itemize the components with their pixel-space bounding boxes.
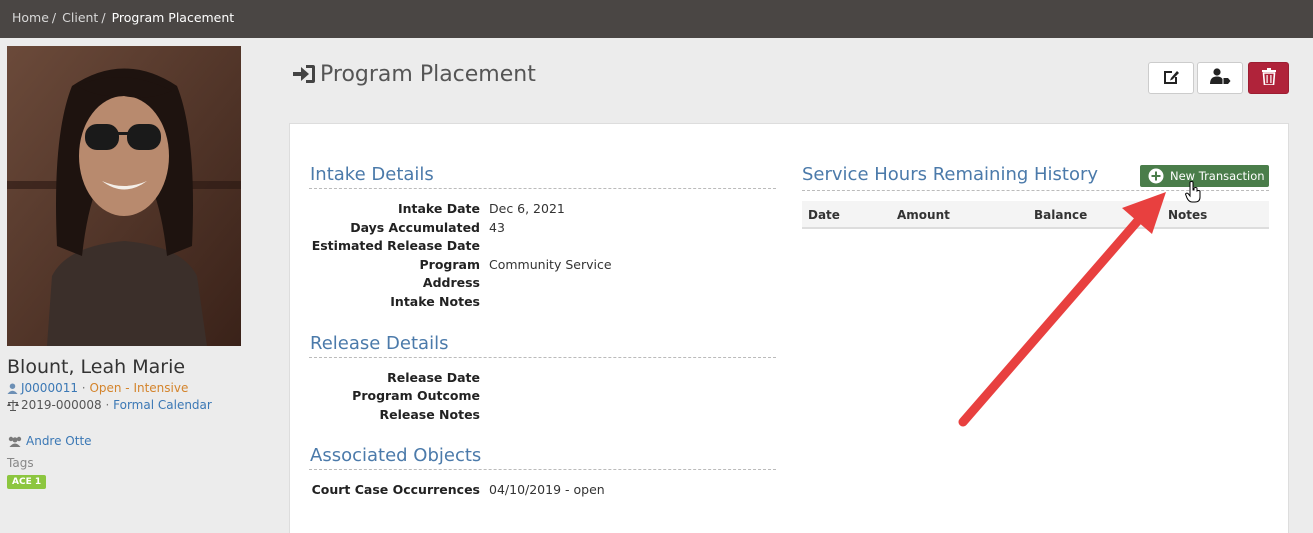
tags-label: Tags [7, 456, 34, 470]
breadcrumb: Home / Client / Program Placement [12, 10, 234, 25]
new-transaction-button[interactable]: New Transaction [1140, 165, 1269, 187]
delete-button[interactable] [1248, 62, 1289, 94]
content-panel [289, 123, 1289, 533]
trash-icon [1261, 67, 1276, 89]
program-value: Community Service [489, 257, 612, 272]
assign-user-button[interactable] [1197, 62, 1243, 94]
hand-cursor-icon [1184, 181, 1201, 207]
edit-button[interactable] [1148, 62, 1194, 94]
edit-icon [1162, 68, 1180, 89]
section-divider [309, 469, 776, 470]
sign-in-icon [292, 64, 320, 90]
section-divider [309, 188, 776, 189]
client-case-line: 2019-000008 · Formal Calendar [7, 398, 212, 414]
calendar-link[interactable]: Formal Calendar [113, 398, 212, 412]
scale-icon [7, 400, 21, 414]
users-icon [7, 436, 26, 450]
column-header-amount[interactable]: Amount [897, 208, 950, 222]
column-header-date[interactable]: Date [808, 208, 840, 222]
tag-badge[interactable]: ACE 1 [7, 475, 47, 489]
client-id-line: J0000011 · Open - Intensive [7, 381, 188, 397]
page-title-text: Program Placement [320, 62, 536, 87]
user-tag-icon [1209, 68, 1231, 88]
client-status: Open - Intensive [89, 381, 189, 395]
days-accumulated-value: 43 [489, 220, 505, 235]
separator-dot: · [101, 398, 114, 412]
officer-line: Andre Otte [7, 434, 92, 450]
client-name: Blount, Leah Marie [7, 356, 186, 378]
associated-objects-heading: Associated Objects [310, 445, 482, 466]
court-case-occurrence-link[interactable]: 04/10/2019 - open [489, 482, 605, 497]
page-title: Program Placement [292, 62, 536, 90]
column-header-notes[interactable]: Notes [1168, 208, 1207, 222]
user-icon [7, 383, 21, 397]
top-bar: Home / Client / Program Placement [0, 0, 1313, 38]
plus-circle-icon [1148, 168, 1164, 184]
intake-details-heading: Intake Details [310, 164, 434, 185]
separator-dot: · [77, 381, 90, 395]
breadcrumb-separator: / [51, 10, 57, 25]
officer-link[interactable]: Andre Otte [26, 434, 92, 448]
breadcrumb-separator: / [101, 10, 106, 25]
breadcrumb-home[interactable]: Home [12, 10, 49, 25]
case-number: 2019-000008 [21, 398, 102, 412]
service-hours-heading: Service Hours Remaining History [802, 164, 1099, 185]
breadcrumb-current: Program Placement [111, 10, 235, 25]
client-photo [7, 46, 241, 346]
column-header-balance[interactable]: Balance [1034, 208, 1087, 222]
section-divider [309, 357, 776, 358]
client-id-link[interactable]: J0000011 [21, 381, 78, 395]
intake-date-value: Dec 6, 2021 [489, 201, 565, 216]
breadcrumb-client[interactable]: Client [62, 10, 98, 25]
release-details-heading: Release Details [310, 333, 449, 354]
